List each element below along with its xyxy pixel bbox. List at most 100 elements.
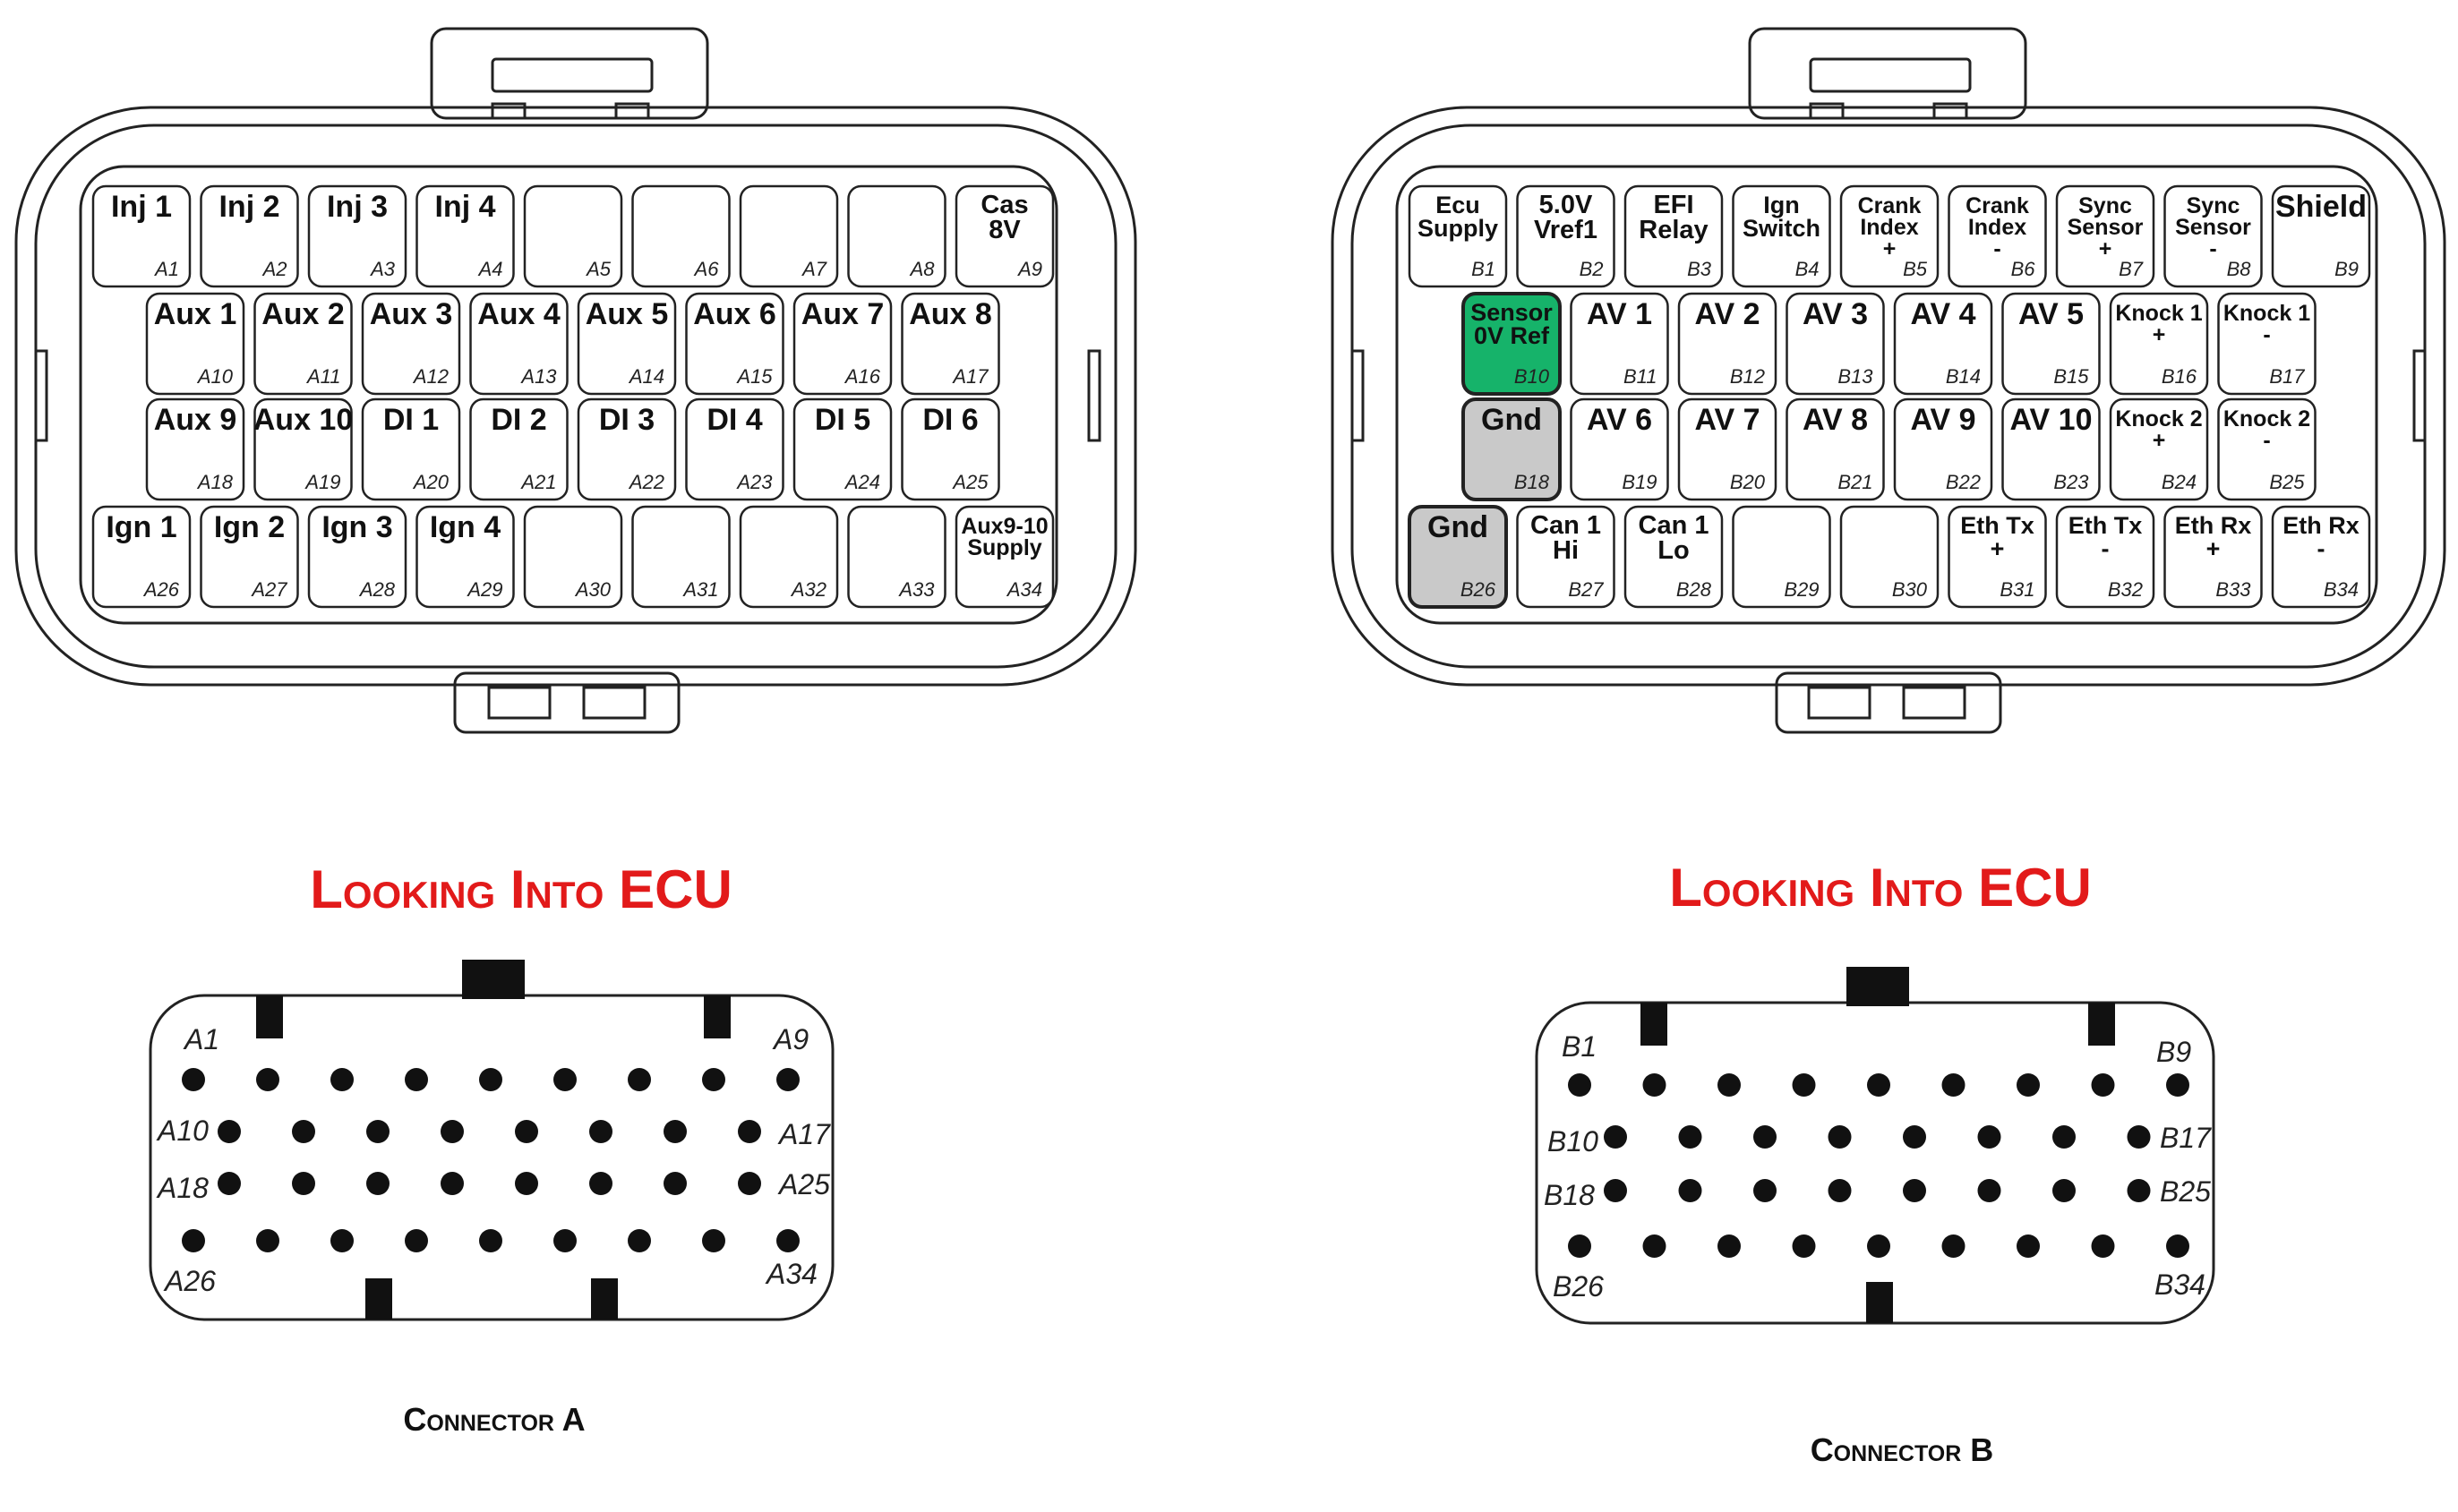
face-hole-b22 — [1903, 1179, 1926, 1202]
face-hole-a6 — [553, 1068, 577, 1091]
pin-b2: 5.0VVref1B2 — [1516, 184, 1615, 288]
pin-a3: Inj 3 A3 — [307, 184, 407, 288]
pin-function-label: AV 3 — [1803, 297, 1868, 331]
pin-function-label: Ign 4 — [430, 510, 501, 544]
face-hole-a3 — [330, 1068, 354, 1091]
pin-function-label: Ign 3 — [321, 510, 392, 544]
face-hole-b2 — [1642, 1073, 1666, 1097]
connector-b-face-view: B1 B9 B10 B17 B18 B25 B26 B34 — [1535, 967, 2215, 1325]
face-hole-b34 — [2166, 1234, 2189, 1258]
pin-a17: Aux 8 A17 — [901, 292, 1000, 396]
face-hole-a23 — [589, 1172, 612, 1195]
pin-function-label: AV 8 — [1803, 403, 1868, 437]
pin-number-label: B11 — [1623, 365, 1657, 388]
pin-function-label: Aux 9 — [154, 403, 237, 437]
connector-b-caption: Connector B — [1811, 1431, 1994, 1468]
face-hole-b3 — [1717, 1073, 1741, 1097]
pin-number-label: B13 — [1837, 365, 1873, 388]
connector-a-side-tab-right — [1087, 349, 1101, 442]
pin-b29: B29 — [1732, 505, 1831, 609]
pin-b8: SyncSensor-B8 — [2163, 184, 2263, 288]
pin-b4: IgnSwitchB4 — [1732, 184, 1831, 288]
pin-function-label: Lo — [1657, 536, 1689, 565]
connector-a-face-key-left — [256, 995, 283, 1038]
pin-function-label: AV 1 — [1587, 297, 1652, 331]
pin-number-label: A4 — [477, 258, 503, 280]
face-hole-a1 — [182, 1068, 205, 1091]
connector-a-heading: Looking Into ECU — [310, 859, 732, 919]
pin-b10: Sensor0V RefB10 — [1461, 292, 1562, 396]
pin-number-label: B12 — [1730, 365, 1765, 388]
pin-a14: Aux 5 A14 — [577, 292, 677, 396]
pin-number-label: A23 — [735, 471, 773, 493]
pin-a25: DI 6 A25 — [901, 397, 1000, 501]
face-hole-a12 — [366, 1120, 390, 1143]
face-hole-b28 — [1717, 1234, 1741, 1258]
face-hole-b33 — [2091, 1234, 2115, 1258]
connector-b-top-latch-slot-right — [1932, 102, 1968, 120]
pin-b13: AV 3 B13 — [1786, 292, 1885, 396]
pin-a15: Aux 6 A15 — [685, 292, 784, 396]
pin-number-label: B8 — [2227, 258, 2252, 280]
pin-b7: SyncSensor+B7 — [2055, 184, 2155, 288]
pin-a18: Aux 9 A18 — [145, 397, 245, 501]
pin-b5: CrankIndex+B5 — [1839, 184, 1940, 288]
pin-a16: Aux 7 A16 — [792, 292, 893, 396]
pin-number-label: A26 — [142, 578, 180, 601]
face-hole-a19 — [292, 1172, 315, 1195]
pin-function-label: AV 5 — [2018, 297, 2084, 331]
pin-b23: AV 10 B23 — [2001, 397, 2101, 501]
pin-function-label: AV 2 — [1694, 297, 1760, 331]
pin-function-label: AV 4 — [1910, 297, 1975, 331]
face-hole-a18 — [218, 1172, 241, 1195]
face-hole-b21 — [1828, 1179, 1852, 1202]
pin-number-label: A33 — [897, 578, 935, 601]
connector-b-top-latch-window — [1809, 57, 1972, 93]
face-hole-a5 — [479, 1068, 502, 1091]
pin-number-label: A2 — [261, 258, 287, 280]
face-hole-b27 — [1642, 1234, 1666, 1258]
face-label-a18: A18 — [156, 1172, 209, 1204]
pin-b16: Knock 1+B16 — [2109, 292, 2209, 396]
face-hole-a34 — [776, 1229, 800, 1252]
pin-function-label: DI 1 — [383, 403, 439, 437]
pin-function-label: - — [2317, 535, 2325, 562]
face-hole-b6 — [1941, 1073, 1966, 1097]
face-hole-a10 — [218, 1120, 241, 1143]
face-hole-a4 — [405, 1068, 428, 1091]
face-hole-a28 — [330, 1229, 354, 1252]
pin-b3: EFIRelayB3 — [1623, 184, 1724, 288]
face-hole-a9 — [776, 1068, 800, 1091]
face-hole-b26 — [1568, 1234, 1591, 1258]
pin-function-label: Inj 3 — [327, 190, 388, 224]
pin-number-label: B16 — [2162, 365, 2197, 388]
pin-b21: AV 8 B21 — [1786, 397, 1885, 501]
face-hole-b20 — [1753, 1179, 1777, 1202]
pin-function-label: Aux 8 — [909, 297, 992, 331]
connector-a-face-key-bottom-right — [591, 1278, 618, 1320]
pin-function-label: Inj 4 — [434, 190, 495, 224]
pin-a31: A31 — [631, 505, 731, 609]
face-hole-b18 — [1604, 1179, 1627, 1202]
face-label-a17: A17 — [777, 1118, 831, 1150]
pin-function-label: + — [2153, 322, 2166, 347]
pin-a13: Aux 4 A13 — [469, 292, 569, 396]
connector-b-face-key-bottom — [1866, 1282, 1893, 1323]
face-label-a34: A34 — [765, 1258, 818, 1290]
face-hole-b23 — [1977, 1179, 2001, 1202]
connector-a-face-holes — [182, 1068, 800, 1252]
pin-function-label: Aux 1 — [154, 297, 237, 331]
pin-number-label: B14 — [1946, 365, 1981, 388]
connector-b-pin-grid: EcuSupplyB15.0VVref1B2EFIRelayB3IgnSwitc… — [1408, 184, 2371, 609]
pin-number-label: A17 — [951, 365, 989, 388]
connector-a-top-latch-slot-right — [614, 102, 650, 120]
pin-a34: Aux9-10SupplyA34 — [955, 505, 1055, 609]
face-hole-a16 — [664, 1120, 687, 1143]
pin-number-label: A7 — [801, 258, 827, 280]
pin-a7: A7 — [739, 184, 839, 288]
face-hole-b31 — [1941, 1234, 1966, 1258]
face-hole-a15 — [589, 1120, 612, 1143]
face-hole-a29 — [405, 1229, 428, 1252]
face-hole-b1 — [1568, 1073, 1591, 1097]
pin-function-label: DI 5 — [815, 403, 870, 437]
